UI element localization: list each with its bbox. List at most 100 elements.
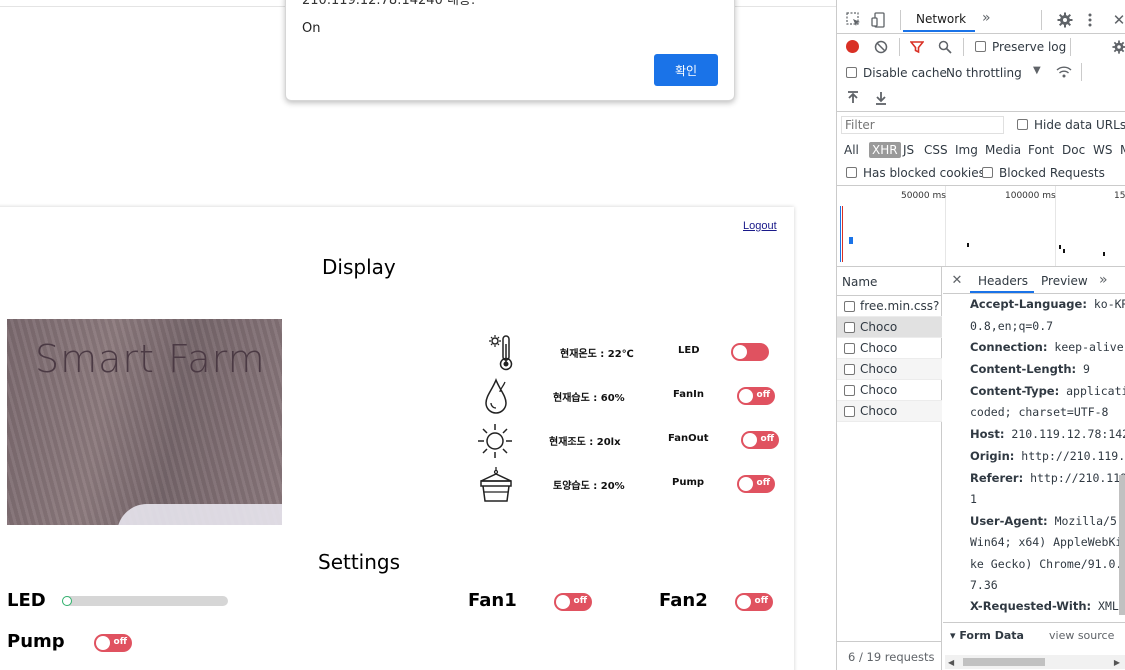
settings-gear-icon[interactable] bbox=[1056, 11, 1074, 29]
timeline-marker-red bbox=[842, 206, 843, 262]
chevron-down-icon[interactable]: ▼ bbox=[1033, 65, 1041, 76]
fanin-toggle[interactable]: off bbox=[737, 387, 775, 405]
led-setting-label: LED bbox=[7, 590, 46, 611]
pump-control-label: Pump bbox=[672, 477, 705, 488]
more-tabs-button[interactable]: » bbox=[982, 10, 991, 26]
request-row[interactable]: Choco bbox=[837, 401, 942, 422]
timeline-overview[interactable]: 50000 ms 100000 ms 15 bbox=[837, 186, 1125, 266]
request-row-selected[interactable]: Choco bbox=[837, 317, 942, 338]
type-filter-font[interactable]: Font bbox=[1028, 143, 1054, 157]
divider bbox=[943, 293, 1125, 294]
export-har-icon[interactable] bbox=[874, 90, 888, 106]
type-filter-img[interactable]: Img bbox=[955, 143, 978, 157]
filter-input[interactable] bbox=[841, 116, 1004, 134]
row-checkbox[interactable] bbox=[844, 406, 855, 417]
record-icon[interactable] bbox=[846, 40, 859, 53]
type-filter-css[interactable]: CSS bbox=[924, 143, 948, 157]
preserve-log-checkbox[interactable] bbox=[975, 41, 986, 52]
toggle-knob bbox=[96, 636, 110, 650]
blocked-requests-checkbox[interactable] bbox=[982, 167, 993, 178]
hide-data-urls-checkbox[interactable] bbox=[1017, 119, 1028, 130]
timeline-request-bar bbox=[849, 237, 853, 244]
alert-dialog: 210.119.12.78:14240 내용: On 확인 bbox=[285, 0, 735, 101]
divider bbox=[837, 111, 1125, 112]
clear-icon[interactable] bbox=[873, 39, 889, 55]
search-icon[interactable] bbox=[937, 39, 953, 55]
illuminance-reading: 현재조도 : 20lx bbox=[549, 437, 621, 448]
fanin-control-label: FanIn bbox=[673, 389, 704, 400]
device-toolbar-icon[interactable] bbox=[870, 11, 888, 29]
toggle-knob bbox=[743, 433, 757, 447]
close-detail-icon[interactable]: ✕ bbox=[950, 272, 964, 288]
toolbar-divider bbox=[1070, 38, 1071, 56]
fan1-toggle[interactable]: off bbox=[554, 593, 592, 611]
pump-setting-toggle[interactable]: off bbox=[94, 634, 132, 652]
import-har-icon[interactable] bbox=[846, 90, 860, 106]
pump-toggle[interactable]: off bbox=[737, 475, 775, 493]
throttling-select[interactable]: No throttling bbox=[946, 66, 1022, 80]
tab-headers[interactable]: Headers bbox=[978, 274, 1028, 288]
fanout-toggle[interactable]: off bbox=[741, 431, 779, 449]
web-page: Logout Display Smart Farm 현재온도: 22℃ 현재습… bbox=[0, 0, 836, 670]
toolbar-divider bbox=[899, 38, 900, 56]
close-icon[interactable]: ✕ bbox=[1111, 11, 1125, 29]
header-line: X-Requested-With: XMLHtt bbox=[970, 599, 1125, 613]
view-source-link[interactable]: view source bbox=[1049, 629, 1114, 642]
pump-setting-label: Pump bbox=[7, 631, 65, 652]
confirm-button[interactable]: 확인 bbox=[654, 54, 718, 86]
thermometer-icon bbox=[489, 335, 513, 371]
scrollbar-thumb[interactable] bbox=[963, 658, 1045, 666]
scroll-right-arrow-icon[interactable]: ▶ bbox=[1114, 658, 1120, 667]
header-value: Win64; x64) AppleWebKit bbox=[970, 535, 1125, 549]
type-filter-doc[interactable]: Doc bbox=[1062, 143, 1085, 157]
request-row[interactable]: Choco bbox=[837, 338, 942, 359]
tab-preview[interactable]: Preview bbox=[1041, 274, 1088, 288]
led-toggle[interactable] bbox=[731, 343, 769, 361]
type-filter-manifest[interactable]: M bbox=[1120, 143, 1125, 157]
request-row[interactable]: Choco bbox=[837, 380, 942, 401]
toggle-state-text: off bbox=[573, 596, 587, 606]
fan2-toggle[interactable]: off bbox=[735, 593, 773, 611]
kebab-menu-icon[interactable] bbox=[1084, 11, 1096, 29]
soil-pot-icon bbox=[480, 467, 512, 502]
has-blocked-cookies-checkbox[interactable] bbox=[846, 167, 857, 178]
form-data-section[interactable]: ▾ Form Data bbox=[950, 629, 1024, 642]
sun-icon bbox=[478, 424, 512, 458]
header-line: ke Gecko) Chrome/91.0.4 bbox=[970, 557, 1125, 571]
type-filter-xhr[interactable]: XHR bbox=[869, 142, 901, 158]
fan1-setting-label: Fan1 bbox=[468, 590, 517, 611]
tab-network[interactable]: Network bbox=[916, 12, 966, 26]
row-checkbox[interactable] bbox=[844, 343, 855, 354]
type-filter-media[interactable]: Media bbox=[985, 143, 1021, 157]
name-column-header[interactable]: Name bbox=[842, 275, 877, 289]
header-value: 0.8,en;q=0.7 bbox=[970, 319, 1054, 333]
more-detail-tabs[interactable]: » bbox=[1099, 272, 1108, 288]
dialog-message: On bbox=[302, 21, 321, 36]
row-checkbox[interactable] bbox=[844, 385, 855, 396]
request-name: Choco bbox=[860, 404, 898, 418]
header-line: coded; charset=UTF-8 bbox=[970, 405, 1108, 419]
row-checkbox[interactable] bbox=[844, 322, 855, 333]
row-checkbox[interactable] bbox=[844, 364, 855, 375]
header-value: 7.36 bbox=[970, 578, 998, 592]
filter-icon[interactable] bbox=[909, 39, 925, 55]
hide-data-urls-label: Hide data URLs bbox=[1034, 118, 1125, 132]
network-settings-gear-icon[interactable] bbox=[1111, 39, 1125, 55]
request-row[interactable]: Choco bbox=[837, 359, 942, 380]
horizontal-scrollbar[interactable]: ◀ ▶ bbox=[945, 655, 1125, 669]
scroll-left-arrow-icon[interactable]: ◀ bbox=[948, 658, 954, 667]
inspect-element-icon[interactable] bbox=[845, 11, 863, 29]
header-key: Content-Length: bbox=[970, 362, 1077, 376]
network-conditions-icon[interactable] bbox=[1055, 64, 1073, 80]
vertical-scrollbar-thumb[interactable] bbox=[1119, 475, 1125, 615]
devtools-panel: Network » ✕ Preserve log Disable cache N… bbox=[836, 0, 1125, 670]
slider-thumb[interactable] bbox=[62, 596, 72, 606]
type-filter-all[interactable]: All bbox=[844, 143, 859, 157]
type-filter-ws[interactable]: WS bbox=[1093, 143, 1112, 157]
disable-cache-checkbox[interactable] bbox=[846, 67, 857, 78]
led-brightness-slider[interactable] bbox=[62, 596, 228, 606]
request-row[interactable]: free.min.css?... bbox=[837, 296, 942, 317]
row-checkbox[interactable] bbox=[844, 301, 855, 312]
type-filter-js[interactable]: JS bbox=[903, 143, 914, 157]
logout-link[interactable]: Logout bbox=[743, 220, 777, 232]
